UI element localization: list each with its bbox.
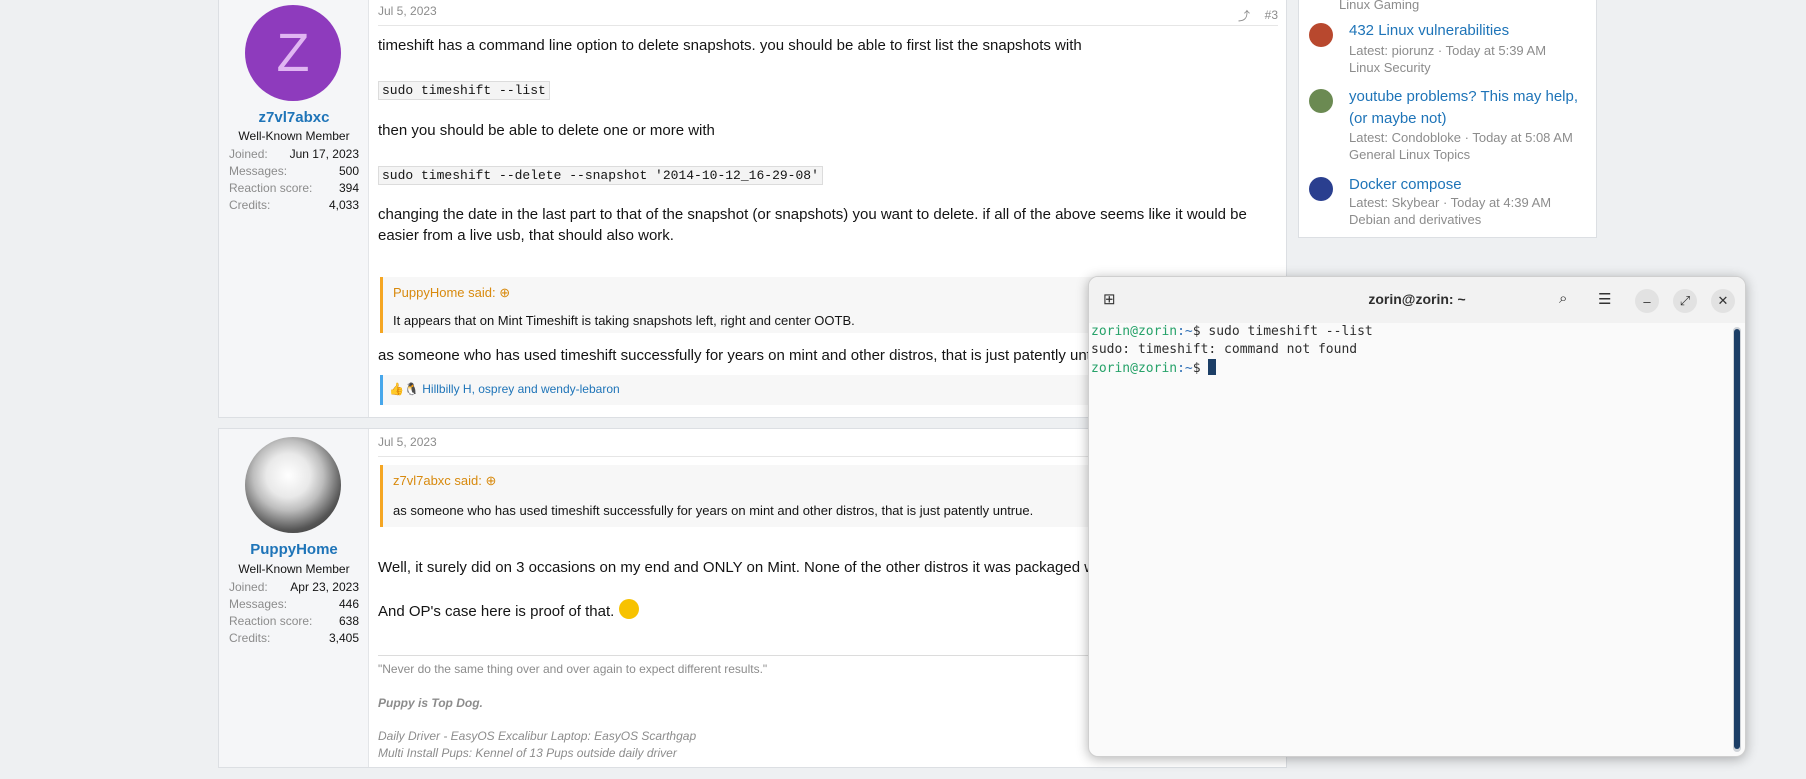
reaction-icons: 👍🐧 — [389, 382, 419, 396]
user-stats: Joined: Jun 17, 2023 Messages: 500 Reactio… — [229, 147, 359, 215]
text-cursor — [1208, 359, 1217, 375]
user-title: Well-Known Member — [238, 129, 350, 143]
user-title: Well-Known Member — [238, 562, 350, 576]
thread-title[interactable]: 432 Linux vulnerabilities — [1349, 21, 1509, 41]
stat-credits: Credits: 3,405 — [229, 631, 359, 645]
terminal-output[interactable]: zorin@zorin:~$ sudo timeshift --list sud… — [1091, 323, 1731, 756]
stat-joined: Joined: Jun 17, 2023 — [229, 147, 359, 161]
quote-text: as someone who has used timeshift succes… — [393, 503, 1034, 518]
stat-reaction-score: Reaction score: 394 — [229, 181, 359, 195]
stat-reaction-score: Reaction score: 638 — [229, 614, 359, 628]
post-date[interactable]: Jul 5, 2023 — [378, 4, 437, 18]
thread-item[interactable]: 432 Linux vulnerabilities Latest: piorun… — [1309, 21, 1586, 81]
terminal-line: zorin@zorin:~$ — [1091, 359, 1731, 378]
minimize-icon[interactable]: – — [1635, 289, 1659, 313]
post-date[interactable]: Jul 5, 2023 — [378, 435, 437, 449]
close-icon[interactable]: ✕ — [1711, 289, 1735, 313]
post-text: then you should be able to delete one or… — [378, 122, 715, 139]
thread-forum[interactable]: General Linux Topics — [1349, 147, 1470, 162]
smiley-icon — [618, 599, 639, 619]
thread-forum[interactable]: Linux Gaming — [1339, 0, 1419, 12]
search-icon[interactable]: ⌕ — [1559, 290, 1567, 307]
terminal-line: sudo: timeshift: command not found — [1091, 342, 1358, 357]
thread-title[interactable]: (or maybe not) — [1349, 109, 1447, 129]
post-number[interactable]: #3 — [1265, 8, 1278, 22]
user-stats: Joined: Apr 23, 2023 Messages: 446 Reactio… — [229, 580, 359, 648]
post-meta: Jul 5, 2023 ⤴ #3 — [378, 4, 1278, 26]
thread-forum[interactable]: Linux Security — [1349, 60, 1431, 75]
thread-latest[interactable]: Latest: piorunz · Today at 5:39 AM — [1349, 43, 1546, 58]
thread-latest[interactable]: Latest: Condobloke · Today at 5:08 AM — [1349, 130, 1573, 145]
quote-author[interactable]: z7vl7abxc said: ⊕ — [393, 473, 496, 489]
terminal-window[interactable]: ⊞ zorin@zorin: ~ ⌕ ☰ – ⤢ ✕ zorin@zorin:~… — [1088, 276, 1746, 757]
user-pane: PuppyHome Well-Known Member Joined: Apr 2… — [219, 429, 369, 767]
post-text: Well, it surely did on 3 occasions on my… — [378, 559, 1151, 576]
thread-forum[interactable]: Debian and derivatives — [1349, 212, 1481, 227]
stat-joined: Joined: Apr 23, 2023 — [229, 580, 359, 594]
share-icon[interactable]: ⤴ — [1238, 7, 1250, 24]
username[interactable]: PuppyHome — [219, 541, 369, 558]
terminal-scrollbar[interactable] — [1733, 327, 1741, 752]
terminal-line: zorin@zorin:~$ sudo timeshift --list — [1091, 324, 1373, 339]
thread-title[interactable]: Docker compose — [1349, 175, 1462, 195]
quote-expand-icon[interactable]: ⊕ — [486, 473, 497, 488]
post-text: changing the date in the last part to th… — [378, 206, 1247, 223]
signature-quote: "Never do the same thing over and over a… — [378, 662, 768, 676]
post-text: easier from a live usb, that should also… — [378, 227, 674, 244]
terminal-titlebar[interactable]: ⊞ zorin@zorin: ~ ⌕ ☰ – ⤢ ✕ — [1089, 277, 1745, 323]
post-text: as someone who has used timeshift succes… — [378, 347, 1117, 364]
username[interactable]: z7vl7abxc — [219, 109, 369, 126]
stat-messages: Messages: 500 — [229, 164, 359, 178]
post-text: And OP's case here is proof of that. — [378, 599, 639, 622]
code-inline: sudo timeshift --delete --snapshot '2014… — [378, 166, 823, 185]
latest-threads-widget: Linux Gaming 432 Linux vulnerabilities L… — [1298, 0, 1597, 238]
signature-line: Daily Driver - EasyOS Excalibur Laptop: … — [378, 729, 697, 743]
thread-item[interactable]: youtube problems? This may help, (or may… — [1309, 87, 1586, 167]
avatar-initial: Z — [276, 23, 310, 83]
code-inline: sudo timeshift --list — [378, 81, 550, 100]
signature-line: Multi Install Pups: Kennel of 13 Pups ou… — [378, 746, 677, 760]
scrollbar-thumb[interactable] — [1734, 329, 1740, 749]
quote-expand-icon[interactable]: ⊕ — [499, 285, 510, 300]
thread-title[interactable]: youtube problems? This may help, — [1349, 87, 1578, 107]
avatar[interactable]: Z — [245, 5, 341, 101]
stat-credits: Credits: 4,033 — [229, 198, 359, 212]
avatar[interactable] — [1309, 177, 1333, 201]
avatar[interactable] — [1309, 23, 1333, 47]
maximize-icon[interactable]: ⤢ — [1673, 289, 1697, 313]
reaction-users[interactable]: Hillbilly H, osprey and wendy-lebaron — [422, 382, 619, 396]
stat-messages: Messages: 446 — [229, 597, 359, 611]
signature-line: Puppy is Top Dog. — [378, 696, 483, 710]
user-pane: Z z7vl7abxc Well-Known Member Joined: Jun… — [219, 0, 369, 417]
menu-icon[interactable]: ☰ — [1598, 290, 1611, 308]
thread-latest[interactable]: Latest: Skybear · Today at 4:39 AM — [1349, 195, 1551, 210]
avatar[interactable] — [245, 437, 341, 533]
quote-author[interactable]: PuppyHome said: ⊕ — [393, 285, 510, 301]
thread-item[interactable]: Docker compose Latest: Skybear · Today a… — [1309, 175, 1586, 235]
quote-text: It appears that on Mint Timeshift is tak… — [393, 313, 855, 328]
avatar[interactable] — [1309, 89, 1333, 113]
post-text: timeshift has a command line option to d… — [378, 37, 1082, 54]
